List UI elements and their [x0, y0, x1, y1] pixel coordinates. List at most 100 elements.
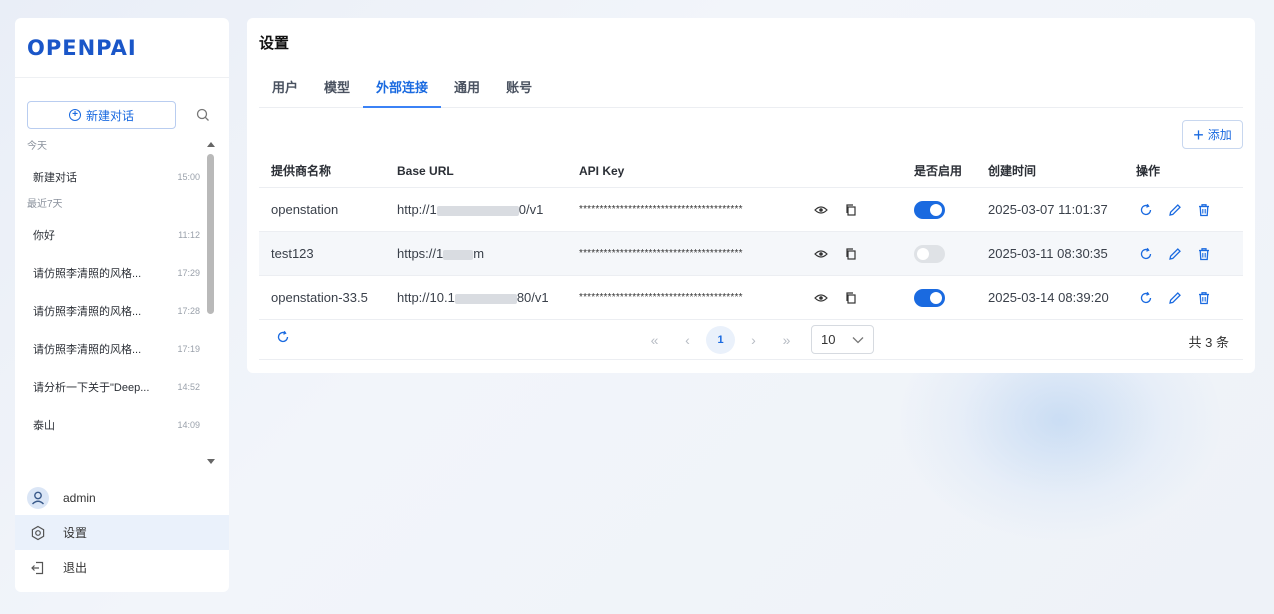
search-icon[interactable] [195, 107, 211, 123]
redacted-text [436, 205, 519, 216]
created-time: 2025-03-07 11:01:37 [988, 202, 1108, 217]
table-row: openstation http://1 0/v1 ***************… [259, 188, 1243, 232]
chat-title: 你好 [33, 230, 55, 242]
refresh-icon[interactable] [1136, 244, 1156, 264]
next-page-icon[interactable]: › [739, 326, 768, 354]
base-url-start: http://1 [397, 202, 437, 217]
gear-icon [27, 522, 49, 544]
api-key-cell: **************************************** [567, 244, 902, 264]
current-page[interactable]: 1 [706, 325, 735, 354]
provider-name: openstation-33.5 [271, 290, 368, 305]
chat-title: 新建对话 [33, 172, 77, 184]
settings-tabs: 用户 模型 外部连接 通用 账号 [259, 74, 1243, 108]
tab-account[interactable]: 账号 [493, 74, 545, 108]
actions-cell [1124, 244, 1243, 264]
table-row: test123 https://1 m *********************… [259, 232, 1243, 276]
pagination: « ‹ 1 › » 10 [640, 325, 874, 354]
delete-icon[interactable] [1194, 288, 1214, 308]
api-key-cell: **************************************** [567, 288, 902, 308]
chat-list-scrollbar[interactable] [206, 142, 215, 464]
chat-history-item[interactable]: 请仿照李清照的风格... 17:19 [15, 332, 215, 366]
tab-models[interactable]: 模型 [311, 74, 363, 108]
refresh-table-icon[interactable] [276, 330, 290, 349]
logo-text: OPENPAI [27, 36, 137, 60]
group-label-recent: 最近7天 [27, 199, 63, 210]
plus-circle-icon: + [68, 109, 81, 121]
last-page-icon[interactable]: » [772, 326, 801, 354]
redacted-text [454, 293, 517, 304]
delete-icon[interactable] [1194, 244, 1214, 264]
refresh-icon[interactable] [1136, 200, 1156, 220]
plus-icon: + [1193, 124, 1204, 145]
chat-title: 请仿照李清照的风格... [33, 306, 142, 318]
enabled-toggle[interactable] [914, 288, 945, 307]
add-connection-button[interactable]: + 添加 [1182, 120, 1243, 149]
base-url-end: m [473, 246, 485, 261]
scroll-up-arrow-icon[interactable] [207, 142, 215, 147]
chat-history-item[interactable]: 请分析一下关于"Deep... 14:52 [15, 370, 215, 404]
actions-cell [1124, 200, 1243, 220]
copy-icon[interactable] [841, 200, 861, 220]
chat-time: 14:09 [177, 420, 200, 430]
settings-label: 设置 [63, 526, 88, 540]
base-url: http://1 0/v1 [385, 202, 567, 217]
provider-name: test123 [271, 246, 314, 261]
base-url: http://10.1 80/v1 [385, 290, 567, 305]
eye-icon[interactable] [811, 288, 831, 308]
api-key-masked: **************************************** [579, 292, 743, 303]
page-title: 设置 [259, 35, 290, 52]
enabled-toggle[interactable] [914, 244, 945, 263]
enabled-cell [902, 200, 976, 219]
edit-icon[interactable] [1165, 200, 1185, 220]
username: admin [63, 490, 96, 505]
chat-time: 15:00 [177, 172, 200, 182]
page-size-select[interactable]: 10 [811, 325, 874, 354]
delete-icon[interactable] [1194, 200, 1214, 220]
column-header: Base URL [397, 163, 454, 178]
new-chat-button[interactable]: + 新建对话 [27, 101, 176, 129]
scrollbar-thumb[interactable] [207, 154, 214, 314]
edit-icon[interactable] [1165, 244, 1185, 264]
base-url-start: https://1 [397, 246, 444, 261]
total-count: 共 3 条 [1188, 335, 1229, 350]
tab-general[interactable]: 通用 [441, 74, 493, 108]
sidebar-item-settings[interactable]: 设置 [15, 515, 229, 550]
prev-page-icon[interactable]: ‹ [673, 326, 702, 354]
copy-icon[interactable] [841, 244, 861, 264]
chat-history-item[interactable]: 泰山 14:09 [15, 408, 215, 442]
tab-external-connections[interactable]: 外部连接 [363, 74, 442, 108]
column-header: 提供商名称 [271, 164, 332, 178]
refresh-icon[interactable] [1136, 288, 1156, 308]
edit-icon[interactable] [1165, 288, 1185, 308]
enabled-toggle[interactable] [914, 200, 945, 219]
copy-icon[interactable] [841, 288, 861, 308]
toggle-knob [930, 291, 942, 304]
logout-icon [27, 557, 49, 579]
new-chat-label: 新建对话 [85, 108, 134, 123]
new-chat-row: + 新建对话 [27, 101, 217, 129]
tab-users[interactable]: 用户 [259, 74, 311, 108]
enabled-cell [902, 288, 976, 307]
settings-panel: 设置 用户 模型 外部连接 通用 账号 + 添加 提供商名称 Base URL … [247, 18, 1255, 373]
chat-history-item[interactable]: 新建对话 15:00 [15, 160, 215, 194]
api-key-masked: **************************************** [579, 204, 743, 215]
chat-history-item[interactable]: 请仿照李清照的风格... 17:29 [15, 256, 215, 290]
redacted-text [443, 249, 474, 260]
eye-icon[interactable] [811, 200, 831, 220]
api-key-cell: **************************************** [567, 200, 902, 220]
user-profile[interactable]: admin [15, 480, 229, 515]
sidebar-bottom-menu: admin 设置 退出 [15, 480, 229, 585]
first-page-icon[interactable]: « [640, 326, 669, 354]
chevron-down-icon [852, 332, 864, 347]
chat-history-item[interactable]: 你好 11:12 [15, 218, 215, 252]
scroll-down-arrow-icon[interactable] [207, 459, 215, 464]
page-size-value: 10 [821, 332, 836, 347]
sidebar-item-logout[interactable]: 退出 [15, 550, 229, 585]
chat-history-item[interactable]: 请仿照李清照的风格... 17:28 [15, 294, 215, 328]
chat-history-list: 今天 新建对话 15:00 最近7天 你好 11:12 请仿照李清照的风格...… [15, 138, 215, 464]
chat-time: 14:52 [177, 382, 200, 392]
enabled-cell [902, 244, 976, 263]
api-key-masked: **************************************** [579, 248, 743, 259]
eye-icon[interactable] [811, 244, 831, 264]
table-row: openstation-33.5 http://10.1 80/v1 ******… [259, 276, 1243, 320]
